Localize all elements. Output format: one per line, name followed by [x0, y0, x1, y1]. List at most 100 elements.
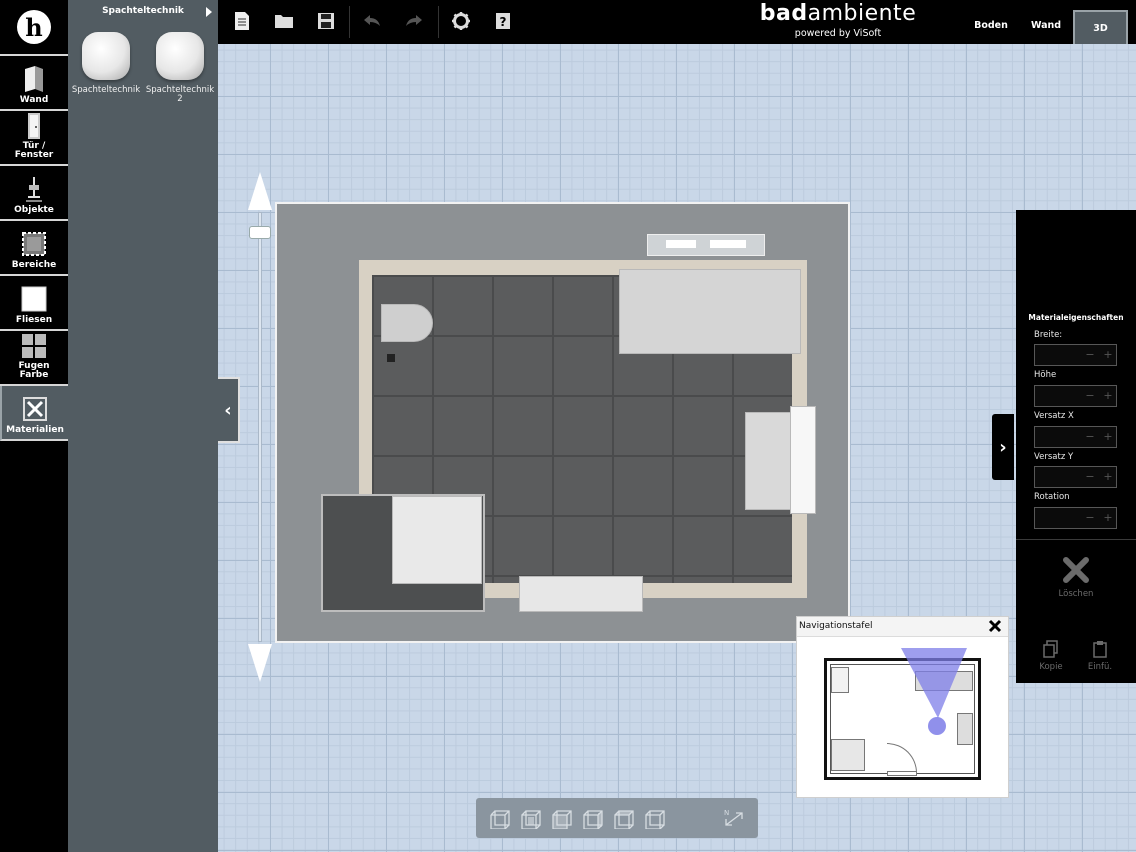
switch[interactable] [387, 354, 395, 362]
width-field[interactable]: − + [1034, 344, 1117, 366]
zoom-out-arrow-icon[interactable] [248, 644, 272, 682]
tool-door-window[interactable]: Tür / Fenster [0, 111, 68, 166]
new-file-button[interactable] [229, 8, 255, 34]
delete-button[interactable]: Löschen [1038, 555, 1114, 611]
washbasin[interactable] [745, 412, 791, 510]
tool-grout-color[interactable]: Fugen Farbe [0, 331, 68, 386]
grout-icon [20, 331, 48, 360]
zoom-thumb[interactable] [249, 226, 271, 239]
tool-tiles-label: Fliesen [15, 315, 53, 325]
offset-x-field[interactable]: − + [1034, 426, 1117, 448]
window[interactable] [647, 234, 765, 256]
close-icon[interactable] [988, 619, 1002, 633]
room-plan[interactable] [275, 202, 850, 643]
height-label: Höhe [1034, 370, 1057, 380]
camera-view-cone[interactable] [899, 646, 971, 741]
mini-map-shower [831, 739, 865, 771]
view-cube-top-icon[interactable] [613, 807, 637, 829]
paste-label: Einfü. [1087, 662, 1113, 672]
view-cube-right-icon[interactable] [582, 807, 606, 829]
view-cube-back-icon[interactable] [551, 807, 575, 829]
increment-icon[interactable]: + [1101, 389, 1115, 403]
undo-icon [364, 15, 380, 26]
tool-wall[interactable]: Wand [0, 56, 68, 111]
tool-areas[interactable]: Bereiche [0, 221, 68, 276]
bathtub[interactable] [619, 269, 801, 354]
mini-map-toilet [831, 667, 849, 693]
brand-logo: badambiente powered by ViSoft [738, 2, 938, 42]
catalog-next-icon[interactable] [206, 7, 212, 17]
compass-icon[interactable]: N [722, 807, 746, 829]
increment-icon[interactable]: + [1101, 511, 1115, 525]
decrement-icon[interactable]: − [1083, 511, 1097, 525]
toolbar-separator [349, 6, 350, 38]
brand-tagline: powered by ViSoft [794, 28, 882, 39]
collapse-left-panel-icon[interactable]: ‹ [218, 377, 240, 443]
logo-mark: h [17, 10, 51, 44]
svg-text:?: ? [500, 15, 507, 29]
material-properties-panel: Materialeigenschaften Breite: − + Höhe − +… [1016, 210, 1136, 683]
material-thumbnail [82, 32, 130, 80]
paste-button[interactable]: Einfü. [1080, 640, 1120, 676]
navigation-title: Navigationstafel [799, 621, 873, 631]
material-thumbnail [156, 32, 204, 80]
increment-icon[interactable]: + [1101, 430, 1115, 444]
view-wall-button[interactable]: Wand [1018, 10, 1074, 40]
mini-map-door-step [887, 771, 917, 776]
decrement-icon[interactable]: − [1083, 348, 1097, 362]
tool-objects[interactable]: Objekte [0, 166, 68, 221]
increment-icon[interactable]: + [1101, 470, 1115, 484]
copy-icon [1043, 640, 1058, 658]
settings-button[interactable] [448, 8, 474, 34]
zoom-track[interactable] [258, 212, 262, 642]
toolbar-separator [438, 6, 439, 38]
new-file-icon [235, 12, 249, 30]
tool-materials-label: Materialien [6, 425, 64, 435]
top-toolbar: ? badambiente powered by ViSoft Boden Wa… [218, 0, 1136, 44]
undo-button[interactable] [359, 8, 385, 34]
view-cube-left-icon[interactable] [520, 807, 544, 829]
view-cube-iso-icon[interactable] [644, 807, 668, 829]
tool-grout-label: Fugen Farbe [18, 361, 50, 380]
height-field[interactable]: − + [1034, 385, 1117, 407]
rotation-field[interactable]: − + [1034, 507, 1117, 529]
zoom-in-arrow-icon[interactable] [248, 172, 272, 210]
materials-icon [21, 394, 49, 424]
catalog-item-spachteltechnik-2[interactable]: Spachteltechnik 2 [142, 32, 218, 104]
help-icon: ? [496, 13, 510, 29]
decrement-icon[interactable]: − [1083, 389, 1097, 403]
view-3d-button[interactable]: 3D [1073, 10, 1128, 44]
catalog-item-spachteltechnik[interactable]: Spachteltechnik [68, 32, 144, 95]
decrement-icon[interactable]: − [1083, 470, 1097, 484]
tool-materials[interactable]: Materialien [0, 386, 68, 441]
faucet-icon [20, 174, 48, 204]
redo-button[interactable] [401, 8, 427, 34]
offset-y-field[interactable]: − + [1034, 466, 1117, 488]
tool-tiles[interactable]: Fliesen [0, 276, 68, 331]
copy-label: Kopie [1039, 662, 1063, 672]
camera-view-bar: N [476, 798, 758, 838]
increment-icon[interactable]: + [1101, 348, 1115, 362]
mini-map[interactable] [824, 648, 981, 780]
door-step[interactable] [519, 576, 643, 612]
mirror-cabinet[interactable] [790, 406, 816, 514]
toilet[interactable] [381, 304, 433, 342]
tool-objects-label: Objekte [14, 205, 54, 215]
door-icon [20, 111, 48, 140]
decrement-icon[interactable]: − [1083, 430, 1097, 444]
save-button[interactable] [313, 8, 339, 34]
help-button[interactable]: ? [490, 8, 516, 34]
app-logo: h [0, 0, 68, 56]
expand-right-panel-icon[interactable]: › [992, 414, 1014, 480]
navigation-header: Navigationstafel [797, 617, 1008, 637]
offset-y-label: Versatz Y [1034, 452, 1074, 462]
view-cube-front-icon[interactable] [489, 807, 513, 829]
shower-glass[interactable] [392, 496, 482, 584]
catalog-panel: Spachteltechnik Spachteltechnik Spachtel… [68, 0, 218, 852]
brand-name-bold: bad [759, 1, 808, 26]
view-floor-button[interactable]: Boden [962, 10, 1020, 40]
copy-button[interactable]: Kopie [1031, 640, 1071, 676]
navigation-panel[interactable]: Navigationstafel [796, 616, 1009, 798]
open-button[interactable] [271, 8, 297, 34]
settings-icon [452, 12, 470, 30]
